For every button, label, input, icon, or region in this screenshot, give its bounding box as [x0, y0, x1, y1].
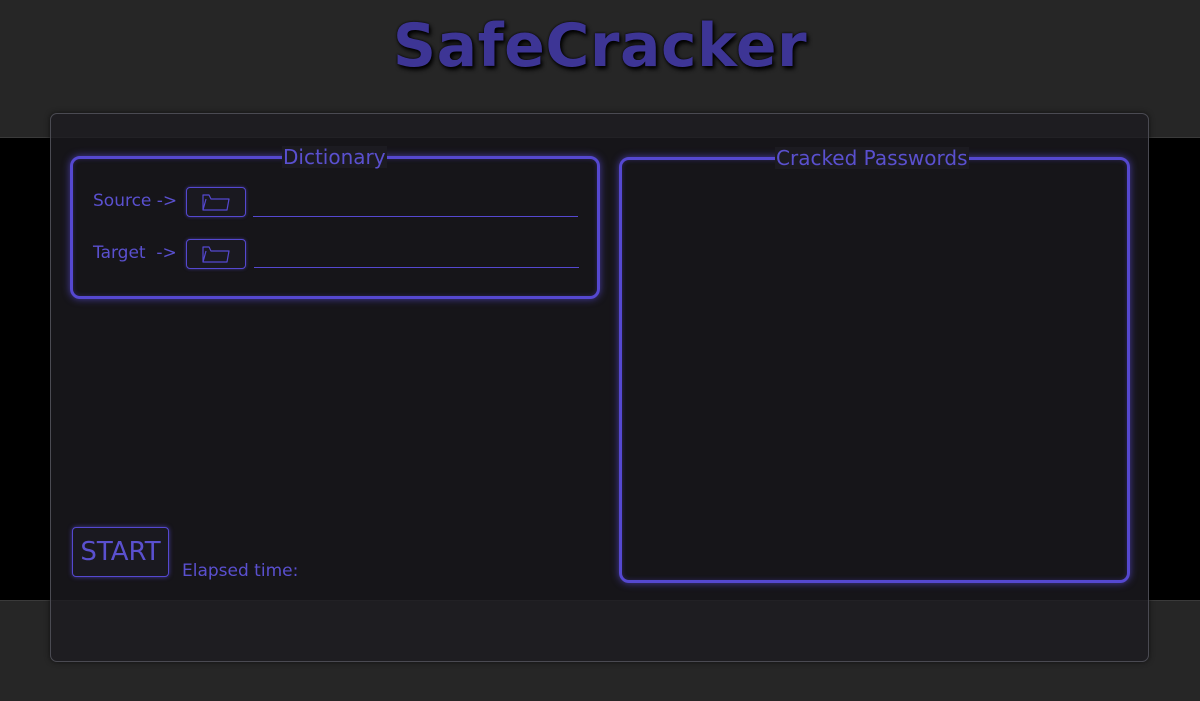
source-label: Source ->: [93, 191, 178, 211]
cracked-passwords-group: Cracked Passwords: [619, 147, 1130, 583]
elapsed-time-label: Elapsed time:: [182, 561, 299, 581]
target-path-field[interactable]: [254, 267, 579, 268]
source-browse-button[interactable]: [186, 187, 246, 217]
dictionary-group: Dictionary: [70, 146, 600, 299]
target-browse-button[interactable]: [186, 239, 246, 269]
folder-open-icon: [202, 246, 230, 263]
dictionary-legend: Dictionary: [282, 145, 387, 169]
start-button[interactable]: START: [72, 527, 169, 577]
app-title: SafeCracker: [392, 11, 808, 81]
source-path-field[interactable]: [253, 216, 578, 217]
folder-open-icon: [202, 194, 230, 211]
target-label: Target ->: [93, 243, 177, 263]
cracked-passwords-list[interactable]: [628, 174, 1121, 574]
cracked-passwords-legend: Cracked Passwords: [775, 146, 969, 170]
